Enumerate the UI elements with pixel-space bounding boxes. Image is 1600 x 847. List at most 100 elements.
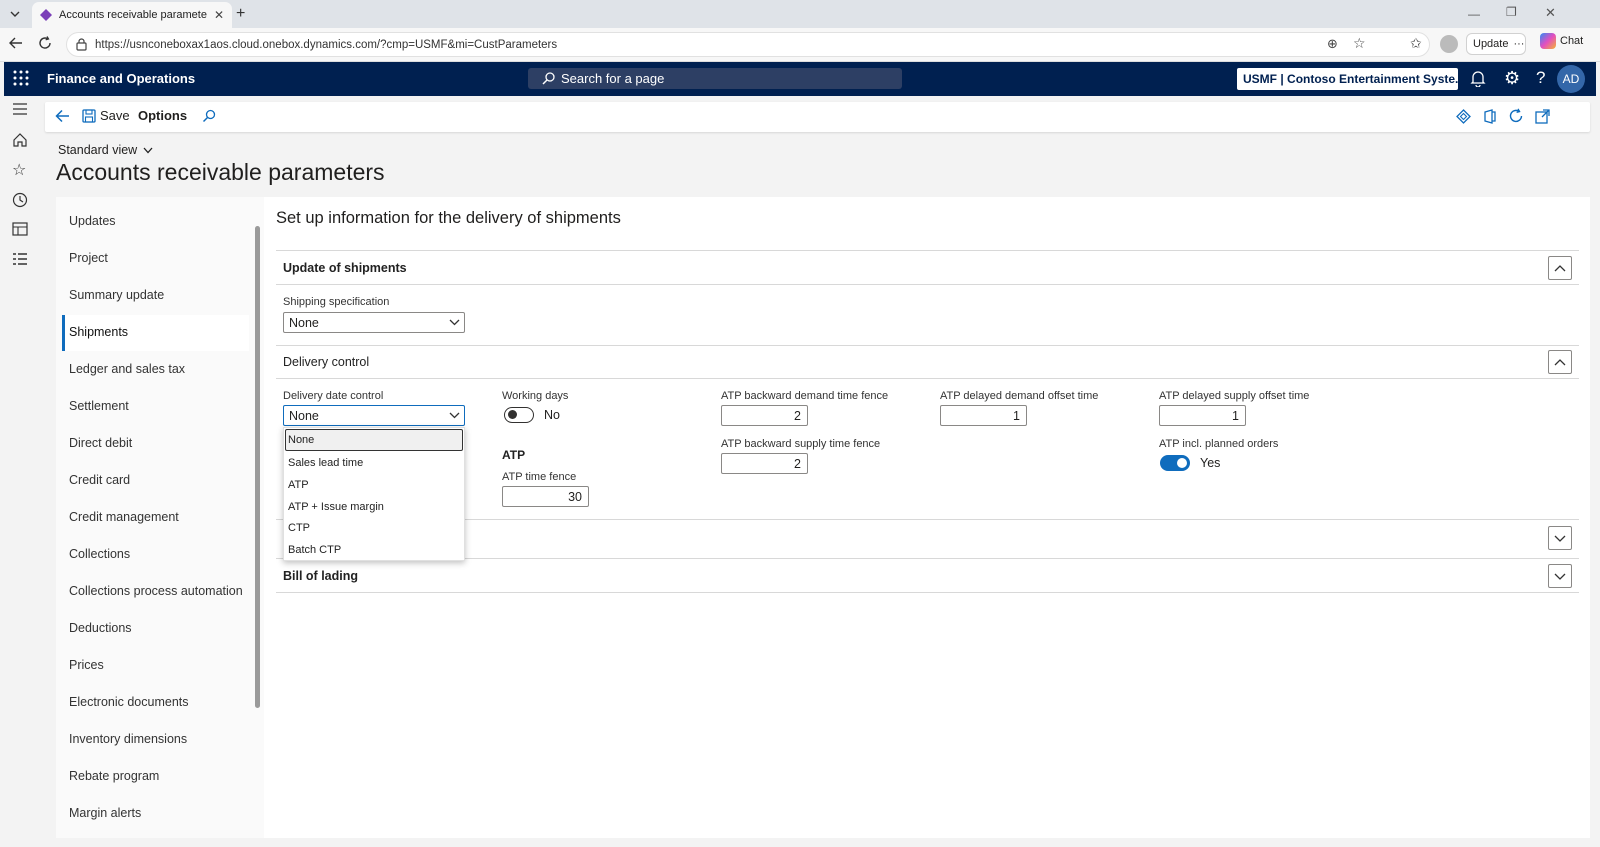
atp-planned-orders-label: ATP incl. planned orders bbox=[1159, 438, 1279, 450]
zoom-icon[interactable]: ⊕ bbox=[1327, 36, 1338, 52]
nav-item-shipments[interactable]: Shipments bbox=[69, 325, 128, 339]
atp-delayed-supply-label: ATP delayed supply offset time bbox=[1159, 390, 1310, 402]
modules-list-icon[interactable] bbox=[12, 252, 32, 272]
divider bbox=[276, 558, 1579, 559]
app-title[interactable]: Finance and Operations bbox=[47, 71, 195, 86]
shipping-spec-select[interactable]: None bbox=[283, 312, 465, 333]
restore-icon[interactable]: ❐ bbox=[1506, 5, 1517, 19]
atp-planned-orders-toggle[interactable]: Yes bbox=[1160, 455, 1220, 471]
divider bbox=[276, 284, 1579, 285]
nav-item-project[interactable]: Project bbox=[69, 251, 108, 265]
hamburger-icon[interactable] bbox=[12, 102, 32, 122]
delivery-date-control-select[interactable]: None bbox=[283, 405, 465, 426]
update-button[interactable]: Update ··· bbox=[1466, 33, 1526, 55]
working-days-toggle[interactable]: No bbox=[504, 407, 560, 423]
expand-bill-of-lading-button[interactable] bbox=[1548, 564, 1572, 588]
atp-delayed-supply-input[interactable]: 1 bbox=[1159, 405, 1246, 426]
nav-item-prices[interactable]: Prices bbox=[69, 658, 104, 672]
nav-item-settlement[interactable]: Settlement bbox=[69, 399, 129, 413]
divider bbox=[276, 378, 1579, 379]
nav-item-ledger-sales-tax[interactable]: Ledger and sales tax bbox=[69, 362, 185, 376]
save-button[interactable]: Save bbox=[82, 108, 130, 123]
atp-heading: ATP bbox=[502, 448, 526, 462]
url-field[interactable]: https://usnconeboxax1aos.cloud.onebox.dy… bbox=[66, 32, 1430, 57]
chevron-down-icon bbox=[449, 412, 460, 419]
fasttab-update-of-shipments[interactable]: Update of shipments bbox=[283, 261, 407, 275]
profile-icon[interactable] bbox=[1440, 35, 1458, 53]
new-tab-icon[interactable]: + bbox=[236, 5, 245, 23]
star-icon[interactable]: ☆ bbox=[12, 160, 32, 180]
workspaces-icon[interactable] bbox=[12, 222, 32, 242]
favorites-icon[interactable]: ✩ bbox=[1410, 35, 1422, 52]
save-label: Save bbox=[100, 108, 130, 123]
nav-scrollbar[interactable] bbox=[255, 226, 260, 708]
chevron-down-icon bbox=[143, 147, 153, 154]
nav-item-updates[interactable]: Updates bbox=[69, 214, 116, 228]
nav-item-summary-update[interactable]: Summary update bbox=[69, 288, 164, 302]
section-heading: Set up information for the delivery of s… bbox=[276, 209, 621, 227]
atp-backward-supply-label: ATP backward supply time fence bbox=[721, 438, 881, 450]
dropdown-option-atp[interactable]: ATP bbox=[288, 479, 309, 491]
view-selector[interactable]: Standard view bbox=[58, 143, 153, 157]
nav-item-direct-debit[interactable]: Direct debit bbox=[69, 436, 132, 450]
tab-list-icon[interactable] bbox=[8, 7, 22, 21]
fasttab-bill-of-lading[interactable]: Bill of lading bbox=[283, 569, 358, 583]
company-picker[interactable]: USMF | Contoso Entertainment Syste... bbox=[1237, 68, 1458, 90]
collapse-update-of-shipments-button[interactable] bbox=[1548, 256, 1572, 280]
page-search-box[interactable]: Search for a page bbox=[528, 68, 902, 89]
refresh-page-icon[interactable] bbox=[1508, 108, 1524, 124]
toggle-switch-off[interactable] bbox=[504, 407, 534, 423]
gear-icon[interactable]: ⚙ bbox=[1504, 68, 1520, 89]
atp-delayed-demand-label: ATP delayed demand offset time bbox=[940, 390, 1099, 402]
expand-fasttab-button[interactable] bbox=[1548, 526, 1572, 550]
view-label: Standard view bbox=[58, 143, 138, 157]
atp-planned-orders-value: Yes bbox=[1200, 456, 1221, 470]
nav-item-credit-card[interactable]: Credit card bbox=[69, 473, 130, 487]
power-apps-icon[interactable] bbox=[1456, 109, 1471, 124]
chevron-down-icon bbox=[1554, 573, 1566, 580]
dynamics-favicon-icon bbox=[40, 9, 52, 21]
refresh-icon[interactable] bbox=[38, 36, 52, 50]
atp-time-fence-input[interactable]: 30 bbox=[502, 486, 589, 507]
options-button[interactable]: Options bbox=[138, 108, 187, 123]
app-launcher-icon[interactable] bbox=[13, 70, 29, 86]
action-search-icon[interactable] bbox=[202, 109, 216, 123]
back-icon[interactable] bbox=[9, 36, 23, 50]
nav-item-electronic-documents[interactable]: Electronic documents bbox=[69, 695, 189, 709]
avatar[interactable]: AD bbox=[1557, 65, 1585, 93]
close-tab-icon[interactable]: ✕ bbox=[214, 8, 224, 22]
back-arrow-icon[interactable] bbox=[55, 109, 70, 123]
help-icon[interactable]: ? bbox=[1536, 68, 1545, 88]
bell-icon[interactable] bbox=[1470, 70, 1486, 87]
fasttab-delivery-control[interactable]: Delivery control bbox=[283, 355, 369, 369]
chat-button[interactable]: Chat bbox=[1540, 33, 1583, 49]
home-icon[interactable] bbox=[12, 132, 32, 152]
recent-clock-icon[interactable] bbox=[12, 192, 32, 212]
nav-item-credit-management[interactable]: Credit management bbox=[69, 510, 179, 524]
atp-backward-demand-input[interactable]: 2 bbox=[721, 405, 808, 426]
browser-tab[interactable]: Accounts receivable parameters - ✕ bbox=[32, 2, 232, 28]
nav-item-margin-alerts[interactable]: Margin alerts bbox=[69, 806, 141, 820]
atp-delayed-demand-input[interactable]: 1 bbox=[940, 405, 1027, 426]
dropdown-option-atp-issue-margin[interactable]: ATP + Issue margin bbox=[288, 501, 384, 513]
lock-icon bbox=[76, 38, 87, 51]
dropdown-option-sales-lead-time[interactable]: Sales lead time bbox=[288, 457, 363, 469]
atp-backward-supply-input[interactable]: 2 bbox=[721, 453, 808, 474]
nav-item-deductions[interactable]: Deductions bbox=[69, 621, 132, 635]
nav-item-inventory-dimensions[interactable]: Inventory dimensions bbox=[69, 732, 187, 746]
nav-item-rebate-program[interactable]: Rebate program bbox=[69, 769, 159, 783]
nav-item-collections[interactable]: Collections bbox=[69, 547, 130, 561]
favorite-star-icon[interactable]: ☆ bbox=[1353, 35, 1366, 52]
close-window-icon[interactable]: ✕ bbox=[1545, 5, 1556, 21]
minimize-icon[interactable]: — bbox=[1468, 7, 1480, 21]
open-new-window-icon[interactable] bbox=[1535, 109, 1550, 124]
dropdown-option-none[interactable]: None bbox=[288, 434, 314, 446]
nav-item-collections-process-automation[interactable]: Collections process automation bbox=[69, 584, 243, 598]
delivery-date-control-dropdown: None Sales lead time ATP ATP + Issue mar… bbox=[283, 427, 465, 561]
divider bbox=[276, 592, 1579, 593]
office-icon[interactable] bbox=[1483, 109, 1497, 124]
toggle-switch-on[interactable] bbox=[1160, 455, 1190, 471]
collapse-delivery-control-button[interactable] bbox=[1548, 350, 1572, 374]
dropdown-option-ctp[interactable]: CTP bbox=[288, 522, 310, 534]
dropdown-option-batch-ctp[interactable]: Batch CTP bbox=[288, 544, 341, 556]
